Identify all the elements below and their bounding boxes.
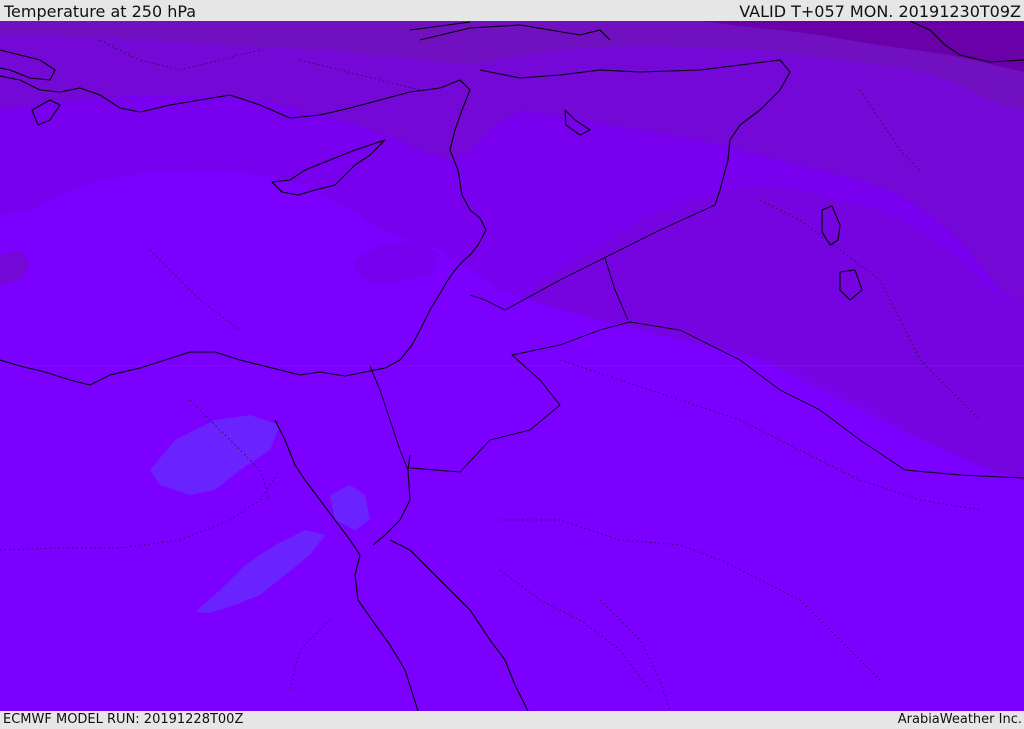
credit: ArabiaWeather Inc. <box>897 712 1022 727</box>
map-canvas <box>0 21 1024 711</box>
temperature-map[interactable] <box>0 21 1024 711</box>
title-bar: Temperature at 250 hPa VALID T+057 MON. … <box>0 0 1024 21</box>
footer-bar: ECMWF MODEL RUN: 20191228T00Z ArabiaWeat… <box>0 711 1024 729</box>
map-title: Temperature at 250 hPa <box>4 2 197 21</box>
valid-time: VALID T+057 MON. 20191230T09Z <box>739 2 1021 21</box>
model-run: ECMWF MODEL RUN: 20191228T00Z <box>3 712 244 727</box>
